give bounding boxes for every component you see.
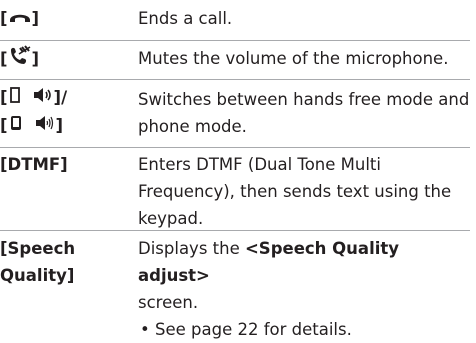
mute-microphone-icon	[8, 45, 32, 75]
bracket-open: [	[0, 88, 8, 107]
desc-text: screen.	[138, 293, 199, 312]
bracket-close: ]	[31, 49, 40, 69]
key-line: Quality]	[0, 266, 75, 285]
desc-text: Displays the	[138, 239, 245, 258]
phone-filled-icon	[8, 113, 24, 140]
phone-outline-icon	[8, 85, 22, 112]
table-row-end-call: [] Ends a call.	[0, 0, 476, 40]
table-row-mute: [] Mutes the volume of the microphone.	[0, 41, 476, 79]
function-table: [] Ends a call. [] Mutes the volume of t…	[0, 0, 476, 339]
speaker-icon	[32, 85, 54, 112]
bullet-icon: •	[140, 320, 150, 339]
bracket-close: ]	[55, 116, 64, 135]
bracket-open: [	[0, 49, 8, 69]
table-row-dtmf: [DTMF] Enters DTMF (Dual Tone Multi Freq…	[0, 148, 476, 240]
desc-speech-quality: Displays the <Speech Quality adjust> scr…	[138, 235, 470, 343]
bracket-open: [	[0, 116, 8, 135]
desc-end-call: Ends a call.	[138, 9, 233, 28]
bullet-text: See page 22 for details.	[154, 320, 352, 339]
key-mute: []	[0, 45, 39, 75]
table-row-speech-quality: [Speech Quality] Displays the <Speech Qu…	[0, 231, 476, 339]
desc-dtmf: Enters DTMF (Dual Tone Multi Frequency),…	[138, 155, 452, 228]
desc-mute: Mutes the volume of the microphone.	[138, 49, 449, 68]
bracket-close: ]/	[53, 88, 68, 107]
bracket-close: ]	[31, 9, 40, 28]
key-line: [Speech	[0, 239, 76, 258]
table-row-hands-free: [ ]/ [] Switches between hands free mode …	[0, 80, 476, 147]
bracket-open: [	[0, 9, 8, 28]
desc-hands-free: Switches between hands free mode and pho…	[138, 90, 470, 136]
key-speech-quality: [Speech Quality]	[0, 235, 75, 289]
key-dtmf: [DTMF]	[0, 155, 68, 174]
key-end-call: []	[0, 5, 39, 33]
end-call-icon	[8, 6, 32, 33]
speaker-outline-icon	[34, 113, 56, 140]
key-hands-free: [ ]/ []	[0, 84, 67, 140]
